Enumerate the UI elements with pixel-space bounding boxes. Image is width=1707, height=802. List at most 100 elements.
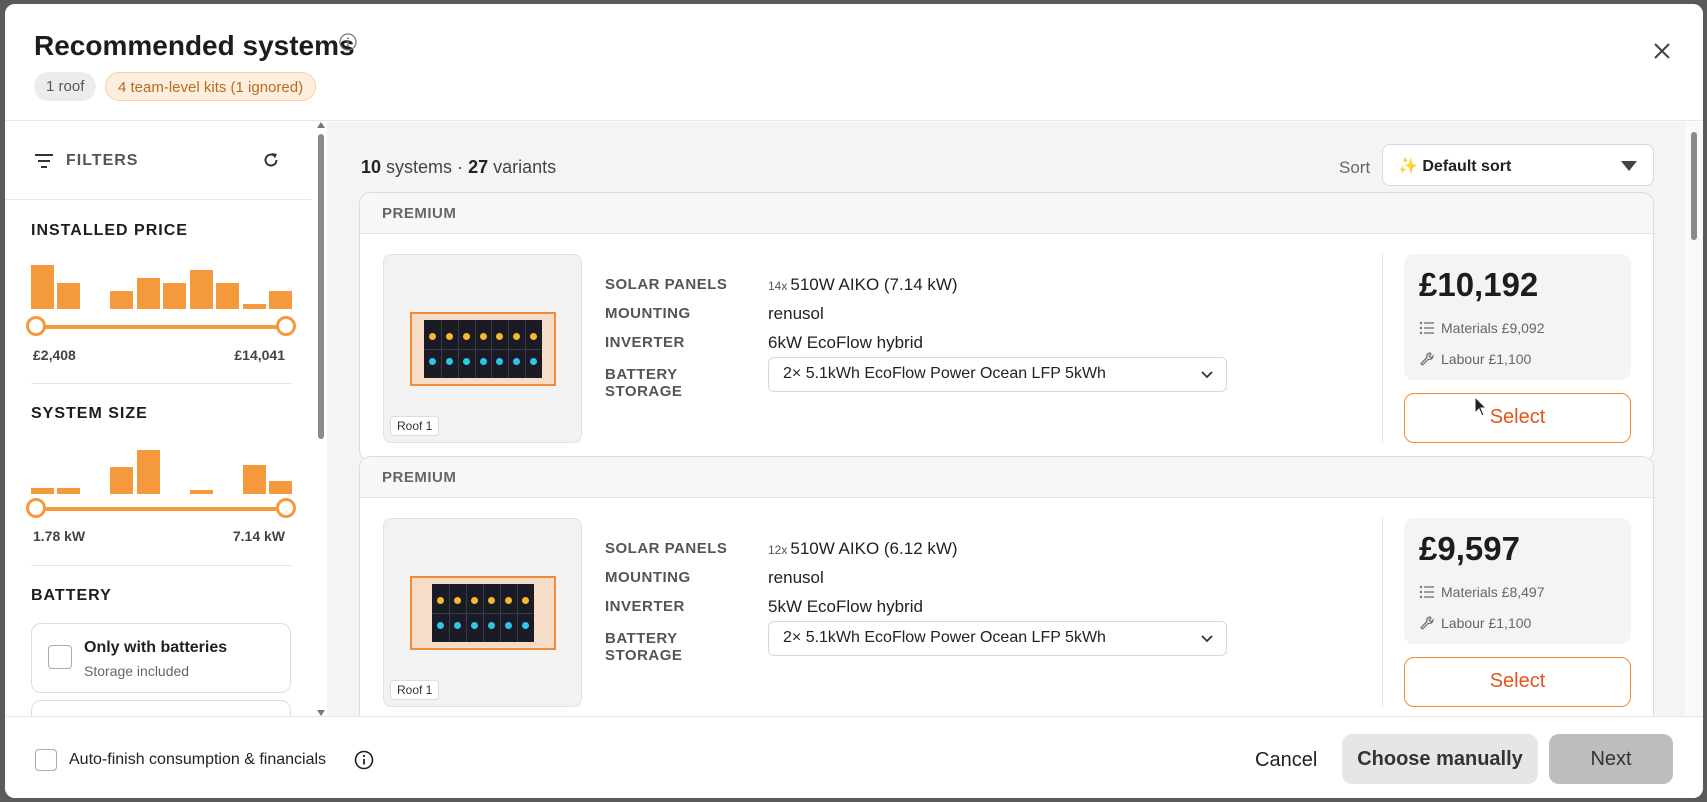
variants-word: variants: [493, 157, 557, 177]
battery-dropdown[interactable]: 2× 5.1kWh EcoFlow Power Ocean LFP 5kWh: [768, 621, 1227, 656]
list-icon: [1419, 321, 1434, 335]
next-button[interactable]: Next: [1549, 734, 1673, 784]
slider-max-handle[interactable]: [276, 316, 296, 336]
installed-price-histogram: [31, 259, 292, 309]
chevron-down-icon: [1201, 371, 1213, 379]
sort-value: ✨ Default sort: [1398, 158, 1512, 175]
choose-manually-button[interactable]: Choose manually: [1342, 734, 1538, 784]
sidebar-scroll-thumb[interactable]: [318, 134, 324, 439]
solar-panel-cell: [479, 333, 487, 340]
solar-panel-cell: [445, 358, 453, 365]
solar-panel-cell: [513, 333, 521, 340]
total-price: £10,192: [1419, 266, 1539, 303]
modal-header: Recommended systems 1 roof 4 team-level …: [5, 4, 1703, 121]
kits-badge[interactable]: 4 team-level kits (1 ignored): [105, 72, 317, 101]
info-icon[interactable]: [354, 750, 374, 770]
slider-max-handle[interactable]: [276, 498, 296, 518]
select-button[interactable]: Select: [1404, 657, 1631, 707]
histogram-bar: [31, 265, 54, 309]
panel-model: 510W AIKO (7.14 kW): [790, 275, 958, 294]
labour-text: Labour £1,100: [1441, 615, 1532, 631]
main-scrollbar[interactable]: [1685, 122, 1703, 716]
solar-panels-value: 12x 510W AIKO (6.12 kW): [768, 539, 958, 559]
labour-text: Labour £1,100: [1441, 351, 1532, 367]
solar-panel-cell: [505, 597, 512, 604]
labour-line: Labour £1,100: [1419, 351, 1531, 367]
installed-price-slider[interactable]: [26, 316, 296, 338]
materials-line: Materials £9,092: [1419, 320, 1545, 336]
system-size-title: SYSTEM SIZE: [31, 405, 148, 422]
solar-panel-cell: [496, 358, 504, 365]
battery-option-next[interactable]: [31, 700, 291, 716]
histogram-bar: [269, 290, 292, 309]
only-batteries-option[interactable]: Only with batteries Storage included: [31, 623, 291, 693]
histogram-bar: [242, 303, 266, 309]
card-tier-header: PREMIUM: [360, 457, 1653, 498]
panel-model: 510W AIKO (6.12 kW): [790, 539, 958, 558]
histogram-bar: [136, 278, 160, 309]
sort-label: Sort: [1339, 158, 1371, 177]
mounting-value: renusol: [768, 568, 824, 587]
recommended-systems-modal: Recommended systems 1 roof 4 team-level …: [5, 4, 1703, 798]
histogram-bar: [269, 480, 292, 494]
divider: [1382, 254, 1383, 443]
solar-panel-cell: [505, 622, 512, 629]
battery-storage-key: BATTERY STORAGE: [605, 630, 682, 664]
scroll-up-icon[interactable]: [317, 122, 325, 128]
modal-footer: Auto-finish consumption & financials Can…: [5, 716, 1703, 798]
close-icon[interactable]: [1651, 40, 1673, 62]
histogram-bar: [163, 283, 187, 309]
panel-array: [424, 320, 542, 378]
refresh-icon[interactable]: [262, 151, 280, 169]
filter-icon: [35, 154, 53, 168]
solar-panel-cell: [428, 358, 436, 365]
only-batteries-subtitle: Storage included: [84, 663, 190, 679]
sidebar-scrollbar[interactable]: [315, 122, 327, 716]
histogram-bar: [189, 270, 213, 309]
mounting-value: renusol: [768, 304, 824, 323]
price-max-label: £14,041: [234, 347, 285, 363]
roof-label: Roof 1: [390, 680, 440, 700]
only-batteries-checkbox[interactable]: [48, 645, 72, 669]
materials-line: Materials £8,497: [1419, 584, 1545, 600]
auto-finish-checkbox[interactable]: [35, 749, 57, 771]
battery-key-line1: BATTERY: [605, 366, 678, 383]
sort-dropdown[interactable]: ✨ Default sort: [1382, 144, 1654, 186]
filters-header: FILTERS: [5, 122, 311, 200]
system-size-slider[interactable]: [26, 498, 296, 520]
histogram-bar: [31, 487, 54, 494]
page-title: Recommended systems: [34, 30, 355, 61]
battery-dropdown[interactable]: 2× 5.1kWh EcoFlow Power Ocean LFP 5kWh: [768, 357, 1227, 392]
slider-min-handle[interactable]: [26, 316, 46, 336]
roof-preview[interactable]: Roof 1: [383, 518, 582, 707]
divider: [1382, 518, 1383, 707]
auto-finish-label[interactable]: Auto-finish consumption & financials: [69, 751, 326, 769]
roof-label: Roof 1: [390, 416, 440, 436]
roof-preview[interactable]: Roof 1: [383, 254, 582, 443]
solar-panel-cell: [496, 333, 504, 340]
solar-panel-cell: [462, 358, 470, 365]
solar-panels-key: SOLAR PANELS: [605, 540, 728, 557]
total-price: £9,597: [1419, 530, 1520, 567]
count-separator: ·: [457, 157, 464, 177]
roof-outline: [410, 576, 556, 650]
results-count: 10 systems · 27 variants: [361, 157, 556, 178]
solar-panel-cell: [479, 358, 487, 365]
select-button[interactable]: Select: [1404, 393, 1631, 443]
cancel-button[interactable]: Cancel: [1255, 749, 1317, 772]
list-icon: [1419, 585, 1434, 599]
battery-title: BATTERY: [31, 587, 112, 604]
solar-panel-cell: [428, 333, 436, 340]
info-icon[interactable]: [338, 32, 358, 52]
panel-array: [432, 584, 534, 642]
solar-panel-cell: [445, 333, 453, 340]
mouse-cursor-icon: [1474, 396, 1488, 417]
panel-separator: [424, 349, 542, 350]
histogram-bar: [110, 291, 134, 309]
chevron-down-icon: [1201, 635, 1213, 643]
main-scroll-thumb[interactable]: [1691, 132, 1697, 240]
size-min-label: 1.78 kW: [33, 528, 86, 544]
slider-min-handle[interactable]: [26, 498, 46, 518]
filters-label: FILTERS: [66, 152, 139, 169]
wrench-icon: [1420, 352, 1434, 366]
